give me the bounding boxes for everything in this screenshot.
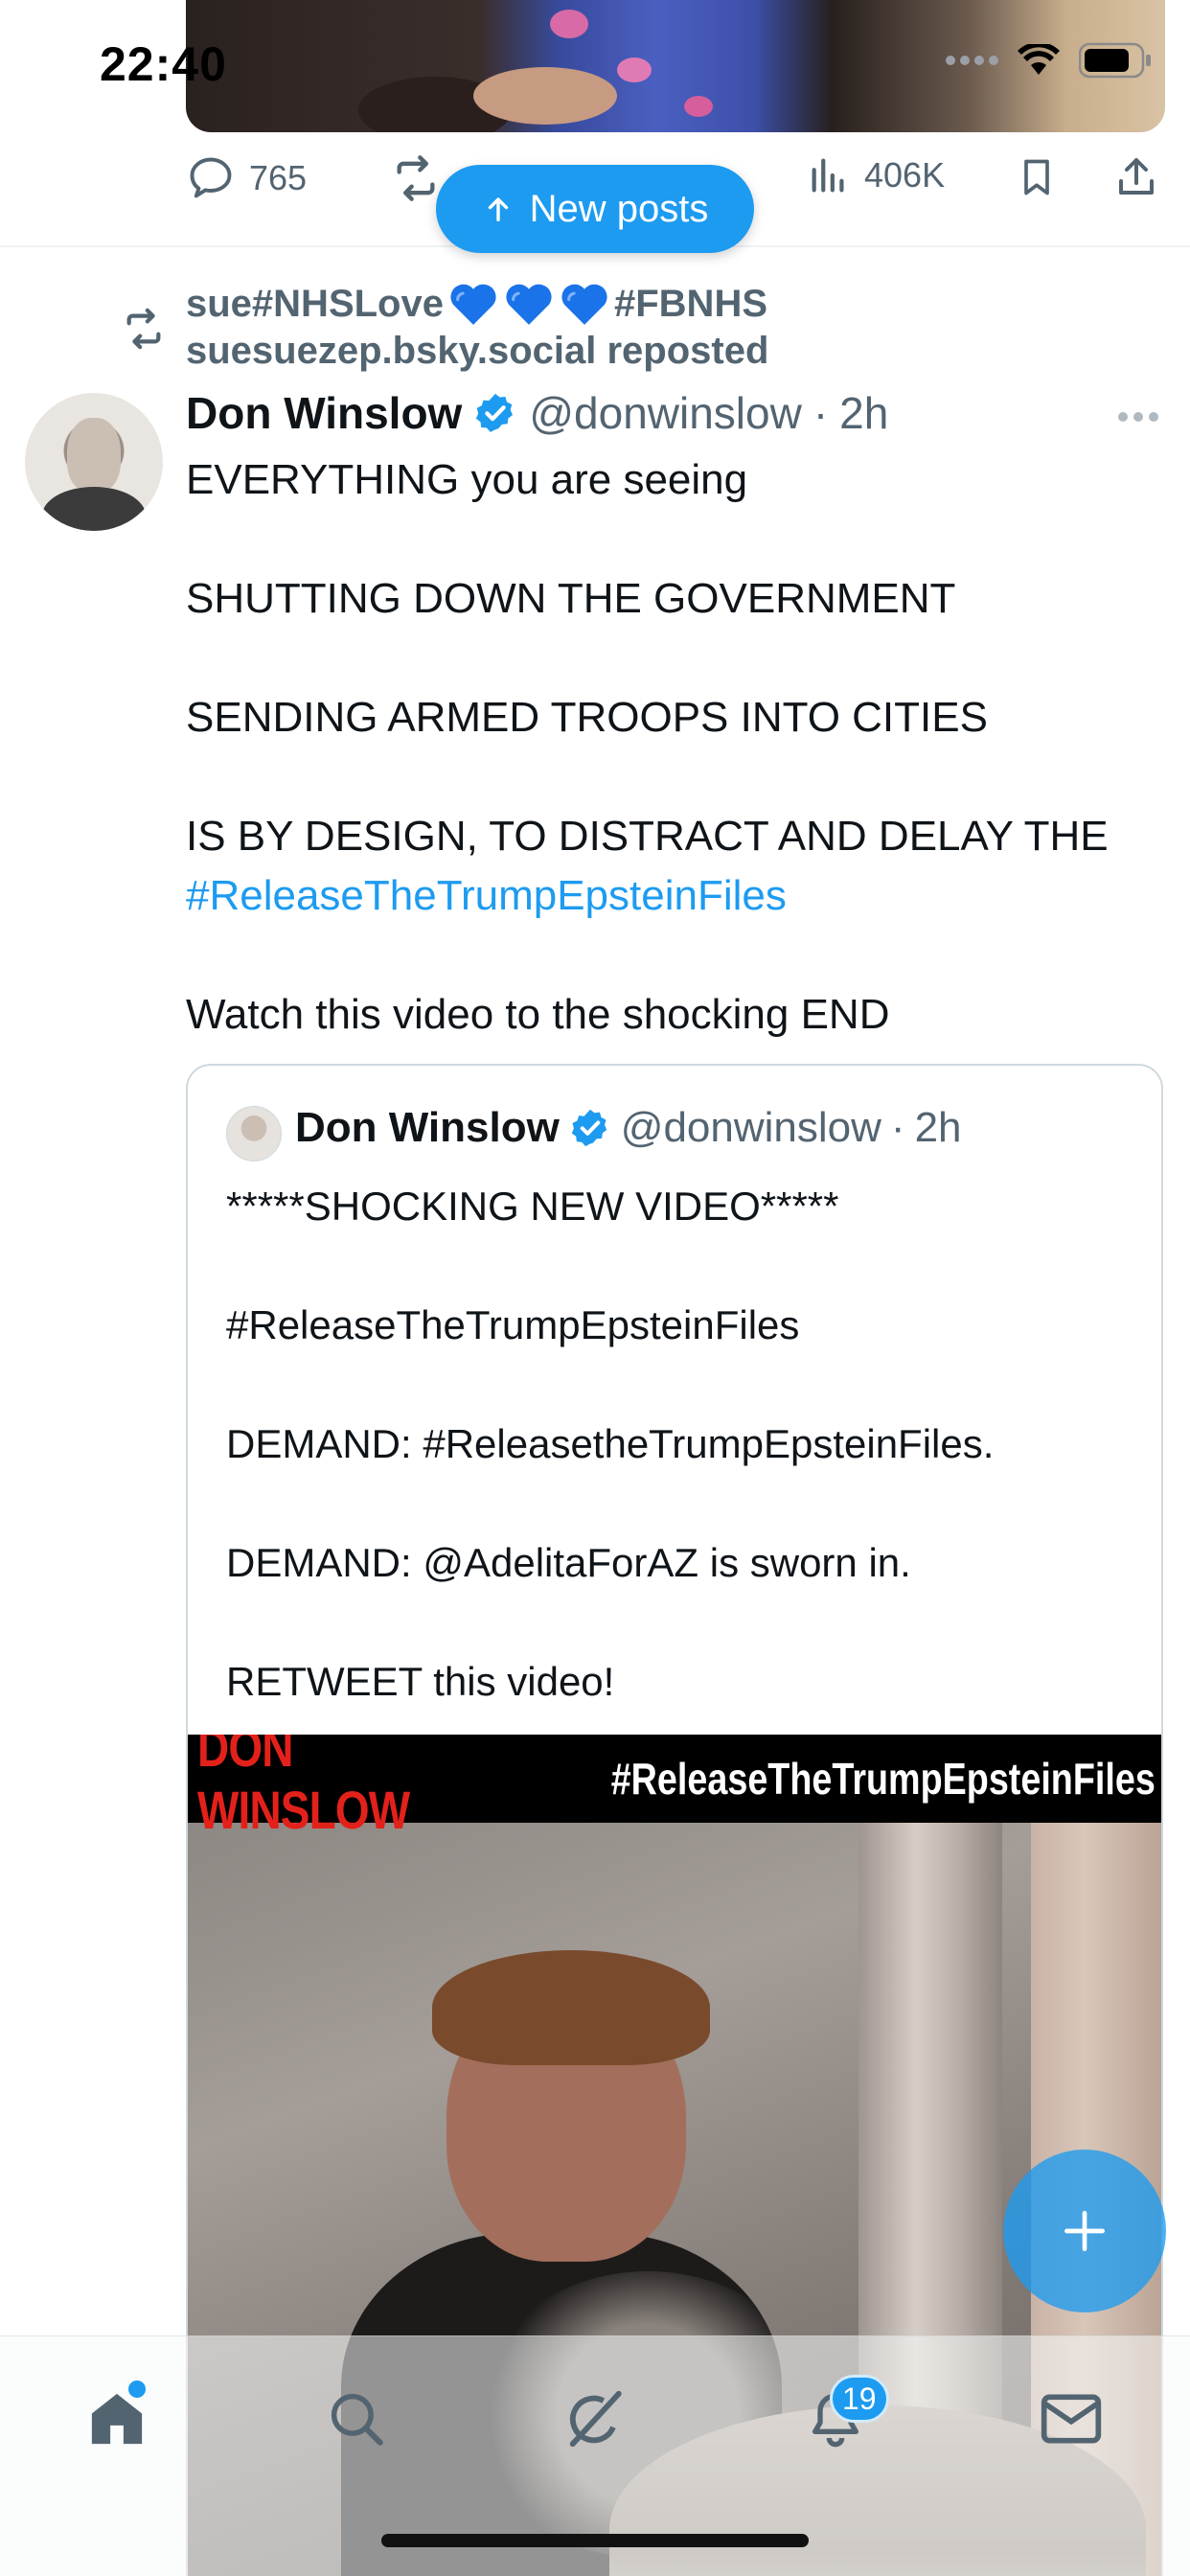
author-handle[interactable]: @donwinslow <box>529 387 802 439</box>
repost-arrows-icon <box>126 308 161 350</box>
nav-notifications[interactable]: 19 <box>788 2371 889 2467</box>
post-line: Watch this video to the shocking END <box>186 991 890 1038</box>
quoted-post-body: *****SHOCKING NEW VIDEO***** #ReleaseThe… <box>226 1177 1146 1712</box>
video-banner: DON WINSLOW #ReleaseTheTrumpEpsteinFiles <box>188 1735 1161 1840</box>
nav-messages[interactable] <box>1023 2371 1119 2467</box>
bar-chart-icon <box>812 158 844 193</box>
reply-count: 765 <box>249 158 308 197</box>
reposter-name-prefix: sue#NHSLove <box>186 282 444 325</box>
quoted-line: RETWEET this video! <box>226 1659 615 1704</box>
author-avatar[interactable] <box>25 393 163 531</box>
nav-grok[interactable] <box>547 2371 643 2467</box>
reposter-name-suffix: #FBNHS <box>613 282 768 325</box>
bookmark-icon <box>1024 159 1049 196</box>
quoted-author-avatar <box>226 1106 282 1162</box>
home-unread-dot <box>128 2380 146 2398</box>
meta-separator: · <box>812 388 829 438</box>
repost-button[interactable] <box>389 153 443 203</box>
wifi-icon <box>1018 44 1060 75</box>
video-banner-left: DON WINSLOW <box>197 1735 410 1840</box>
share-button[interactable] <box>1113 153 1159 201</box>
quoted-post-time: 2h <box>914 1104 962 1151</box>
reposter-name[interactable]: sue#NHSLove #FBNHS <box>186 281 767 327</box>
post-time[interactable]: 2h <box>839 387 888 439</box>
nav-home[interactable] <box>69 2371 165 2467</box>
post-line: SENDING ARMED TROOPS INTO CITIES <box>186 694 988 741</box>
post-line: EVERYTHING you are seeing <box>186 456 748 503</box>
repost-arrows-icon <box>397 155 435 201</box>
plus-icon <box>1064 2211 1105 2251</box>
quoted-author-row: Don Winslow @donwinslow · 2h <box>295 1104 962 1152</box>
verified-badge-icon <box>571 1109 607 1147</box>
speech-bubble-icon <box>190 157 232 198</box>
home-indicator <box>381 2534 809 2547</box>
battery-icon <box>1079 42 1151 79</box>
quoted-line: DEMAND: #ReleasetheTrumpEpsteinFiles. <box>226 1421 995 1466</box>
post-line: IS BY DESIGN, TO DISTRACT AND DELAY THE <box>186 813 1109 860</box>
author-name[interactable]: Don Winslow <box>186 387 462 439</box>
meta-separator: · <box>890 1104 905 1151</box>
views-button[interactable]: 406K <box>807 153 945 197</box>
repost-context[interactable]: suesuezep.bsky.social reposted <box>186 330 768 373</box>
status-indicators <box>946 42 1152 79</box>
quoted-line: *****SHOCKING NEW VIDEO***** <box>226 1184 839 1229</box>
blue-heart-icon <box>506 284 552 325</box>
share-upload-icon <box>1119 158 1154 195</box>
video-banner-right: #ReleaseTheTrumpEpsteinFiles <box>610 1754 1156 1804</box>
post-body: EVERYTHING you are seeing SHUTTING DOWN … <box>186 450 1154 1045</box>
post-line: SHUTTING DOWN THE GOVERNMENT <box>186 575 956 622</box>
verified-badge-icon <box>476 393 514 432</box>
views-count: 406K <box>864 155 946 195</box>
quoted-author-name: Don Winslow <box>295 1104 560 1151</box>
bookmark-button[interactable] <box>1016 153 1058 201</box>
nav-search[interactable] <box>309 2371 404 2467</box>
author-row: Don Winslow @donwinslow · 2h <box>186 387 888 439</box>
search-icon <box>331 2393 383 2446</box>
quoted-line: DEMAND: @AdelitaForAZ is sworn in. <box>226 1540 911 1585</box>
reply-button[interactable]: 765 <box>186 153 307 203</box>
compose-button[interactable] <box>1003 2150 1166 2312</box>
cellular-signal-icon <box>946 56 998 65</box>
hashtag-link[interactable]: #ReleaseTheTrumpEpsteinFiles <box>186 866 1154 926</box>
notifications-badge: 19 <box>830 2375 889 2423</box>
new-posts-button[interactable]: New posts <box>436 165 754 253</box>
grok-slash-icon <box>569 2390 622 2448</box>
blue-heart-icon <box>450 284 496 325</box>
arrow-up-icon <box>488 197 508 222</box>
blue-heart-icon <box>561 284 607 325</box>
new-posts-label: New posts <box>529 187 709 230</box>
quoted-author-handle: @donwinslow <box>620 1104 881 1151</box>
ellipsis-icon[interactable] <box>1117 410 1159 424</box>
envelope-icon <box>1041 2394 1102 2444</box>
status-time: 22:40 <box>100 37 227 91</box>
quoted-line: #ReleaseTheTrumpEpsteinFiles <box>226 1302 800 1347</box>
